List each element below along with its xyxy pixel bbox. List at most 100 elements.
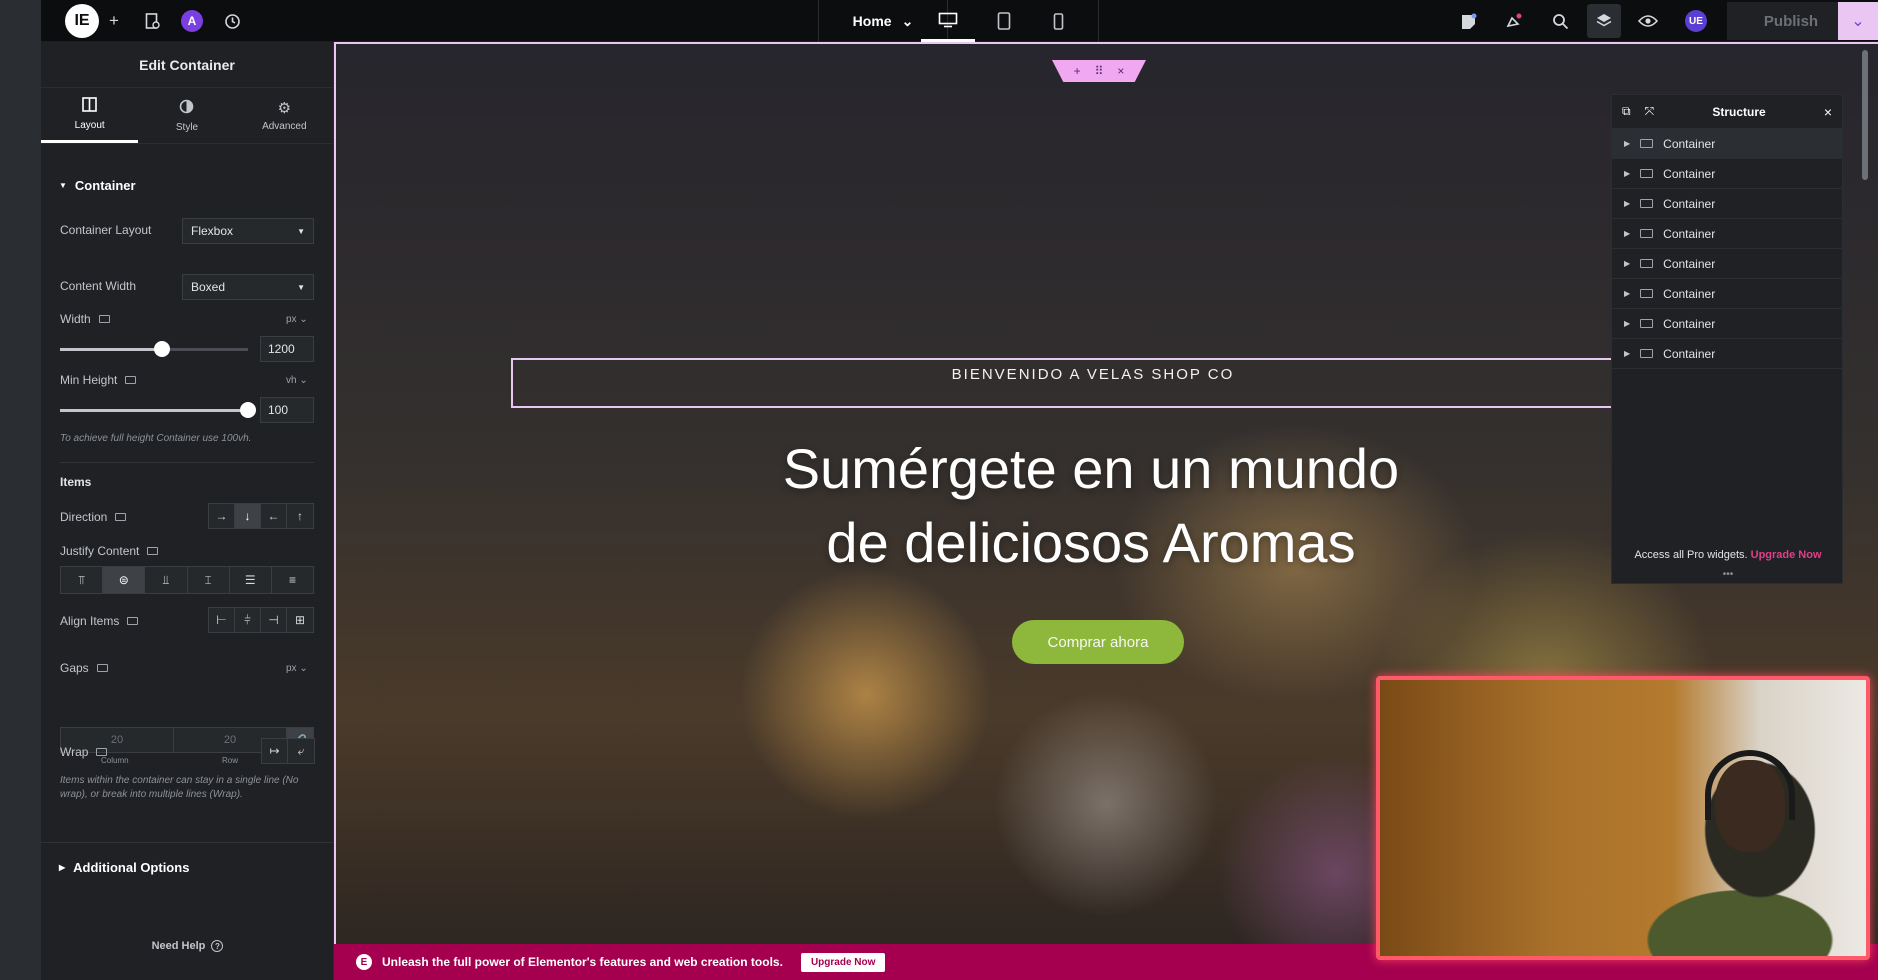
expand-all-icon[interactable]: ⤧ <box>1645 104 1655 119</box>
publish-options-chevron-icon[interactable]: ⌄ <box>1838 2 1878 40</box>
add-element-icon[interactable]: + <box>97 4 131 38</box>
width-slider-handle[interactable] <box>154 341 170 357</box>
presenter-silhouette <box>1715 760 1785 852</box>
responsive-monitor-icon[interactable] <box>98 315 110 323</box>
structure-item[interactable]: ▶ Container <box>1612 159 1842 189</box>
tab-advanced[interactable]: ⚙ Advanced <box>236 88 333 143</box>
min-height-slider[interactable] <box>60 402 256 418</box>
structure-layers-icon[interactable] <box>1587 4 1621 38</box>
add-section-icon[interactable]: + <box>1074 64 1081 78</box>
elementor-logo-icon[interactable]: IE <box>65 4 99 38</box>
preview-eye-icon[interactable] <box>1631 4 1665 38</box>
gaps-label: Gaps <box>60 661 108 675</box>
structure-item[interactable]: ▶ Container <box>1612 219 1842 249</box>
section-container-toggle[interactable]: ▼ Container <box>59 178 136 193</box>
desktop-view-icon[interactable] <box>921 0 975 42</box>
user-avatar[interactable]: UE <box>1679 4 1713 38</box>
hero-title-line-2: de deliciosos Aromas <box>826 511 1356 574</box>
align-start-icon[interactable]: ⊢ <box>209 608 235 632</box>
dock-panel-icon[interactable]: ⧉ <box>1622 104 1631 119</box>
justify-start-icon[interactable]: ⫪ <box>61 567 104 593</box>
history-icon[interactable] <box>215 4 249 38</box>
justify-space-evenly-icon[interactable]: ≡ <box>272 567 313 593</box>
justify-end-icon[interactable]: ⫫ <box>145 567 188 593</box>
align-end-icon[interactable]: ⊣ <box>261 608 287 632</box>
caret-right-icon[interactable]: ▶ <box>1624 349 1630 358</box>
responsive-monitor-icon[interactable] <box>96 664 108 672</box>
shop-now-button[interactable]: Comprar ahora <box>1012 620 1184 664</box>
align-center-icon[interactable]: ⫩ <box>235 608 261 632</box>
responsive-monitor-icon[interactable] <box>115 513 127 521</box>
structure-item[interactable]: ▶ Container <box>1612 339 1842 369</box>
publish-button[interactable]: Publish <box>1727 2 1855 40</box>
content-width-value: Boxed <box>191 280 226 294</box>
container-layout-select[interactable]: Flexbox ▼ <box>182 218 314 244</box>
width-slider[interactable] <box>60 341 248 357</box>
structure-item[interactable]: ▶ Container <box>1612 189 1842 219</box>
direction-column-icon[interactable]: ↓ <box>235 504 261 528</box>
direction-row-icon[interactable]: → <box>209 504 235 528</box>
drag-handle-icon[interactable]: ⠿ <box>1095 64 1104 78</box>
section-handle[interactable]: + ⠿ × <box>1052 60 1146 82</box>
width-input[interactable]: 1200 <box>260 336 314 362</box>
caret-right-icon[interactable]: ▶ <box>1624 319 1630 328</box>
promo-bar-text: Unleash the full power of Elementor's fe… <box>382 955 783 969</box>
min-height-input[interactable]: 100 <box>260 397 314 423</box>
content-width-select[interactable]: Boxed ▼ <box>182 274 314 300</box>
resize-grip-icon[interactable]: ••• <box>1612 569 1844 580</box>
direction-row-reverse-icon[interactable]: ← <box>261 504 287 528</box>
structure-item[interactable]: ▶ Container <box>1612 279 1842 309</box>
welcome-heading[interactable]: BIENVENIDO A VELAS SHOP CO <box>511 358 1675 408</box>
upgrade-now-button[interactable]: Upgrade Now <box>800 952 886 972</box>
tab-layout-label: Layout <box>74 120 105 131</box>
min-height-unit-select[interactable]: vh ⌄ <box>286 375 308 386</box>
responsive-monitor-icon[interactable] <box>127 617 139 625</box>
justify-space-around-icon[interactable]: ☰ <box>230 567 272 593</box>
direction-column-reverse-icon[interactable]: ↑ <box>287 504 313 528</box>
structure-item[interactable]: ▶ Container <box>1612 129 1842 159</box>
tablet-view-icon[interactable] <box>977 0 1031 42</box>
search-icon[interactable] <box>1543 4 1577 38</box>
justify-center-icon[interactable]: ⊜ <box>103 567 146 593</box>
page-settings-icon[interactable] <box>135 4 169 38</box>
responsive-monitor-icon[interactable] <box>147 547 159 555</box>
responsive-monitor-icon[interactable] <box>125 376 137 384</box>
structure-item[interactable]: ▶ Container <box>1612 249 1842 279</box>
caret-right-icon[interactable]: ▶ <box>1624 139 1630 148</box>
caret-right-icon: ▶ <box>59 863 66 872</box>
whats-new-icon[interactable] <box>1497 4 1531 38</box>
align-stretch-icon[interactable]: ⊞ <box>287 608 313 632</box>
caret-down-icon: ▼ <box>297 282 305 292</box>
align-items-buttons: ⊢ ⫩ ⊣ ⊞ <box>208 607 314 633</box>
delete-section-icon[interactable]: × <box>1117 64 1124 78</box>
caret-down-icon: ▼ <box>297 226 305 236</box>
justify-space-between-icon[interactable]: ⌶ <box>188 567 230 593</box>
caret-right-icon[interactable]: ▶ <box>1624 289 1630 298</box>
caret-right-icon[interactable]: ▶ <box>1624 199 1630 208</box>
tab-layout[interactable]: Layout <box>41 88 139 143</box>
structure-upgrade-link[interactable]: Upgrade Now <box>1751 549 1822 561</box>
width-unit-select[interactable]: px ⌄ <box>286 314 308 325</box>
container-icon <box>1640 139 1654 148</box>
hero-title[interactable]: Sumérgete en un mundo de deliciosos Arom… <box>576 432 1606 580</box>
caret-right-icon[interactable]: ▶ <box>1624 169 1630 178</box>
responsive-monitor-icon[interactable] <box>96 748 108 756</box>
no-wrap-icon[interactable]: ↦ <box>262 739 288 763</box>
structure-item[interactable]: ▶ Container <box>1612 309 1842 339</box>
width-slider-fill <box>60 348 162 351</box>
caret-right-icon[interactable]: ▶ <box>1624 229 1630 238</box>
layout-icon <box>82 97 97 116</box>
canvas-scrollbar[interactable] <box>1862 50 1868 180</box>
tab-style[interactable]: Style <box>138 88 235 143</box>
mobile-view-icon[interactable] <box>1031 0 1085 42</box>
caret-right-icon[interactable]: ▶ <box>1624 259 1630 268</box>
structure-list: ▶ Container ▶ Container ▶ Container ▶ Container… <box>1612 129 1842 369</box>
need-help-link[interactable]: Need Help ? <box>41 940 334 952</box>
close-icon[interactable]: × <box>1824 104 1832 120</box>
min-height-slider-handle[interactable] <box>240 402 256 418</box>
notes-icon[interactable] <box>1451 4 1485 38</box>
wrap-icon[interactable]: ⤶ <box>288 739 314 763</box>
gaps-unit-select[interactable]: px ⌄ <box>286 663 308 674</box>
additional-options-toggle[interactable]: ▶ Additional Options <box>59 860 189 875</box>
ai-assistant-icon[interactable]: A <box>175 4 209 38</box>
